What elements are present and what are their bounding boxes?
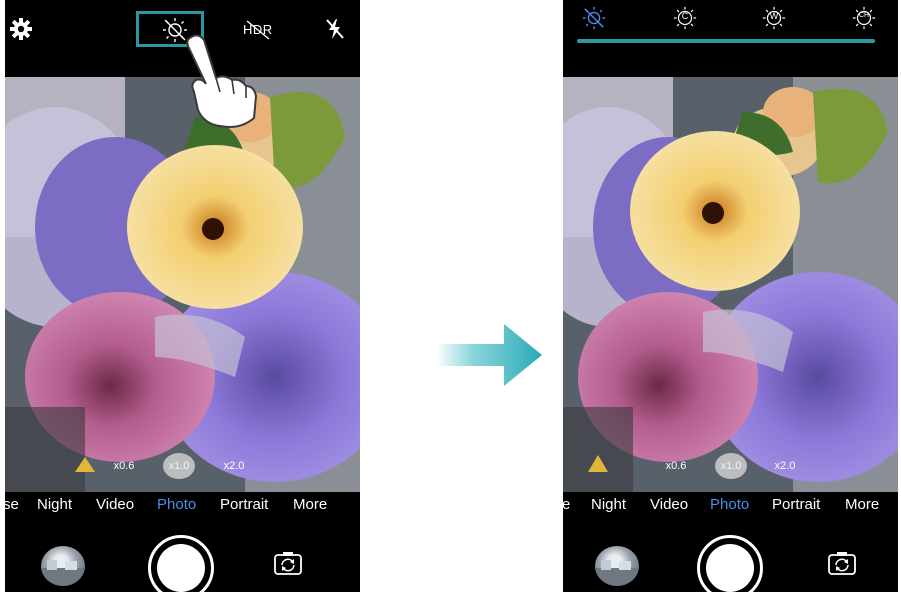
gallery-thumbnail-image (595, 560, 639, 586)
pointing-hand-icon (186, 34, 258, 128)
shutter-button[interactable] (148, 535, 214, 592)
white-balance-bar: C W CH (563, 0, 898, 77)
shutter-button[interactable] (697, 535, 763, 592)
camera-viewfinder[interactable] (563, 77, 898, 492)
shutter-button-core (157, 544, 205, 592)
white-balance-slider-track[interactable] (577, 39, 875, 43)
mode-more[interactable]: More (293, 496, 327, 513)
mode-photo[interactable]: Photo (157, 496, 196, 513)
wb-w-option[interactable]: W (760, 5, 788, 31)
wb-custom-letter: CH (858, 12, 870, 19)
zoom-x2-0-button[interactable]: x2.0 (218, 453, 250, 479)
mode-photo[interactable]: Photo (710, 496, 749, 513)
mode-video[interactable]: Video (650, 496, 688, 513)
zoom-x0-6-button[interactable]: x0.6 (108, 453, 140, 479)
zoom-x1-0-button[interactable]: x1.0 (163, 453, 195, 479)
mode-more[interactable]: More (845, 496, 879, 513)
switch-camera-icon[interactable] (273, 550, 303, 576)
camera-screen-after: C W CH x0.6 x1.0 x2.0 e Night Video Phot… (563, 0, 898, 592)
mode-beauty-partial[interactable]: e (563, 496, 570, 513)
transition-arrow-icon (436, 324, 542, 386)
gallery-thumbnail[interactable] (595, 546, 639, 586)
flash-off-icon[interactable] (323, 17, 347, 41)
zoom-x2-0-button[interactable]: x2.0 (769, 453, 801, 479)
gallery-thumbnail[interactable] (41, 546, 85, 586)
mode-beauty-partial[interactable]: se (5, 496, 19, 513)
gallery-thumbnail-image (41, 560, 85, 586)
mode-night[interactable]: Night (591, 496, 626, 513)
wb-custom-option[interactable]: CH (850, 5, 878, 31)
wb-auto-off-icon[interactable] (580, 5, 608, 31)
mode-night[interactable]: Night (37, 496, 72, 513)
camera-viewfinder[interactable] (5, 77, 360, 492)
camera-mode-bar: se Night Video Photo Portrait More (5, 492, 360, 520)
mode-portrait[interactable]: Portrait (772, 496, 820, 513)
zoom-x1-0-button[interactable]: x1.0 (715, 453, 747, 479)
camera-mode-bar: e Night Video Photo Portrait More (563, 492, 898, 520)
settings-gear-icon[interactable] (9, 17, 33, 41)
flower-bouquet-image (5, 77, 360, 492)
zoom-x0-6-button[interactable]: x0.6 (660, 453, 692, 479)
switch-camera-icon[interactable] (827, 550, 857, 576)
flower-bouquet-image (563, 77, 898, 492)
wb-cloudy-letter: C (681, 11, 689, 21)
wb-w-letter: W (769, 11, 779, 21)
shutter-button-core (706, 544, 754, 592)
wb-cloudy-option[interactable]: C (671, 5, 699, 31)
mode-portrait[interactable]: Portrait (220, 496, 268, 513)
mode-video[interactable]: Video (96, 496, 134, 513)
